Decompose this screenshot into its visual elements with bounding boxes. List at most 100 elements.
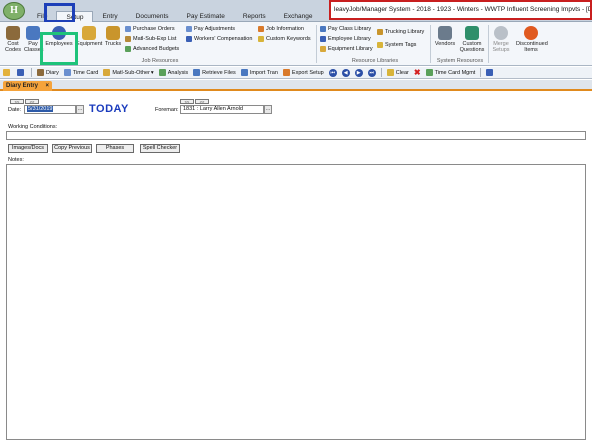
- equipment-library-icon: [320, 46, 326, 52]
- next-record-icon[interactable]: ▶: [354, 68, 363, 77]
- advanced-budgets-icon: [125, 46, 131, 52]
- time-card-label: Time Card: [72, 69, 99, 76]
- date-picker-button[interactable]: …: [76, 105, 84, 114]
- discontinued-items-button[interactable]: Discontinued Items: [516, 26, 548, 53]
- advanced-budgets-button[interactable]: Advanced Budgets: [125, 46, 179, 52]
- matl-sub-exp-list-button[interactable]: Matl-Sub-Exp List: [125, 36, 176, 42]
- system-tags-button[interactable]: System Tags: [377, 42, 416, 48]
- equipment-label: Equipment: [76, 41, 103, 47]
- trucks-label: Trucks: [104, 41, 122, 47]
- import-icon: [240, 69, 248, 76]
- tab-diary-entry[interactable]: Diary Entry ×: [3, 81, 53, 91]
- job-information-icon: [258, 26, 264, 32]
- clear-button[interactable]: Clear: [386, 69, 409, 76]
- pay-class-library-button[interactable]: Pay Class Library: [320, 26, 371, 32]
- foreman-field[interactable]: 1831 : Larry Allen Arnold: [180, 105, 264, 114]
- employee-library-label: Employee Library: [328, 36, 371, 42]
- date-next-button[interactable]: >>: [25, 99, 39, 104]
- discontinued-items-label: Discontinued Items: [516, 41, 548, 53]
- tab-pay-estimate[interactable]: Pay Estimate: [178, 11, 234, 22]
- ribbon-separator: [488, 25, 489, 63]
- diary-button[interactable]: Diary: [37, 69, 59, 76]
- export-setup-label: Export Setup: [291, 69, 324, 76]
- matl-sub-exp-icon: [125, 36, 131, 42]
- window-title: leavyJob/Manager System - 2018 - 1923 - …: [329, 0, 592, 20]
- pay-adjustments-button[interactable]: Pay Adjustments: [186, 26, 235, 32]
- pay-class-library-label: Pay Class Library: [328, 26, 372, 32]
- open-folder-button[interactable]: [3, 69, 12, 76]
- trucking-library-button[interactable]: Trucking Library: [377, 29, 424, 35]
- trucking-library-icon: [377, 29, 383, 35]
- time-card-button[interactable]: Time Card: [63, 69, 99, 76]
- working-conditions-input[interactable]: [6, 131, 586, 140]
- save-button[interactable]: [17, 69, 26, 76]
- purchase-orders-label: Purchase Orders: [133, 26, 175, 32]
- discontinued-icon: [524, 26, 538, 40]
- matl-sub-other-button[interactable]: Matl-Sub-Other ▾: [103, 69, 154, 76]
- diary-entry-form: << >> Date: 5/31/2019 … TODAY << >> Fore…: [0, 93, 592, 444]
- foreman-label: Foreman:: [155, 107, 179, 113]
- tab-exchange[interactable]: Exchange: [275, 11, 322, 22]
- pay-class-library-icon: [320, 26, 326, 32]
- equipment-library-button[interactable]: Equipment Library: [320, 46, 373, 52]
- pay-classes-icon: [26, 26, 40, 40]
- delete-button[interactable]: ✖: [414, 68, 421, 77]
- import-tran-button[interactable]: Import Tran: [240, 69, 278, 76]
- equipment-button[interactable]: Equipment: [76, 26, 102, 47]
- users-icon: [486, 69, 494, 76]
- first-record-icon[interactable]: ⏮: [328, 68, 337, 77]
- notes-textarea[interactable]: [6, 164, 586, 440]
- retrieve-files-icon: [193, 69, 201, 76]
- workers-compensation-label: Workers' Compensation: [194, 36, 253, 42]
- retrieve-files-label: Retrieve Files: [202, 69, 236, 76]
- foreman-next-button[interactable]: >>: [195, 99, 209, 104]
- spell-checker-button[interactable]: Spell Checker: [140, 144, 180, 153]
- tab-documents[interactable]: Documents: [127, 11, 178, 22]
- copy-previous-button[interactable]: Copy Previous: [52, 144, 92, 153]
- images-docs-button[interactable]: Images/Docs: [8, 144, 48, 153]
- phases-button[interactable]: Phases: [96, 144, 134, 153]
- equipment-library-label: Equipment Library: [328, 46, 373, 52]
- app-logo: H: [3, 2, 25, 20]
- advanced-budgets-label: Advanced Budgets: [133, 46, 180, 52]
- tab-reports[interactable]: Reports: [234, 11, 275, 22]
- close-icon[interactable]: ×: [46, 81, 50, 91]
- ribbon: Cost Codes Pay Classes Employees Equipme…: [0, 22, 592, 66]
- vendors-label: Vendors: [434, 41, 456, 47]
- resource-libraries-group-label: Resource Libraries: [351, 58, 399, 64]
- users-button[interactable]: [486, 69, 495, 76]
- purchase-orders-button[interactable]: Purchase Orders: [125, 26, 175, 32]
- system-tags-icon: [377, 42, 383, 48]
- employee-library-button[interactable]: Employee Library: [320, 36, 371, 42]
- last-record-icon[interactable]: ⏭: [367, 68, 376, 77]
- date-field[interactable]: 5/31/2019: [24, 105, 76, 114]
- foreman-prev-button[interactable]: <<: [180, 99, 194, 104]
- ribbon-separator: [430, 25, 431, 63]
- employees-button-highlight: [40, 32, 78, 65]
- cost-codes-button[interactable]: Cost Codes: [2, 26, 24, 53]
- workers-compensation-button[interactable]: Workers' Compensation: [186, 36, 252, 42]
- date-nav-arrows: << >>: [10, 99, 39, 104]
- previous-record-icon[interactable]: ◀: [341, 68, 350, 77]
- job-information-button[interactable]: Job Information: [258, 26, 304, 32]
- vendors-button[interactable]: Vendors: [433, 26, 457, 47]
- trucks-button[interactable]: Trucks: [103, 26, 123, 47]
- foreman-dropdown-button[interactable]: …: [264, 105, 272, 114]
- analysis-button[interactable]: Analysis: [158, 69, 188, 76]
- clear-label: Clear: [395, 69, 409, 76]
- tab-entry[interactable]: Entry: [93, 11, 126, 22]
- notes-label: Notes:: [8, 157, 24, 163]
- time-card-mgmt-icon: [425, 69, 433, 76]
- export-setup-button[interactable]: Export Setup: [282, 69, 324, 76]
- custom-keywords-button[interactable]: Custom Keywords: [258, 36, 311, 42]
- custom-questions-button[interactable]: Custom Questions: [458, 26, 486, 53]
- today-button[interactable]: TODAY: [89, 103, 129, 115]
- clear-icon: [386, 69, 394, 76]
- custom-keywords-label: Custom Keywords: [266, 36, 311, 42]
- date-prev-button[interactable]: <<: [10, 99, 24, 104]
- time-card-mgmt-button[interactable]: Time Card Mgmt: [425, 69, 475, 76]
- job-resources-group-label: Job Resources: [141, 58, 179, 64]
- merge-setups-button[interactable]: Merge Setups: [490, 26, 512, 53]
- date-label: Date:: [8, 107, 22, 113]
- retrieve-files-button[interactable]: Retrieve Files: [193, 69, 236, 76]
